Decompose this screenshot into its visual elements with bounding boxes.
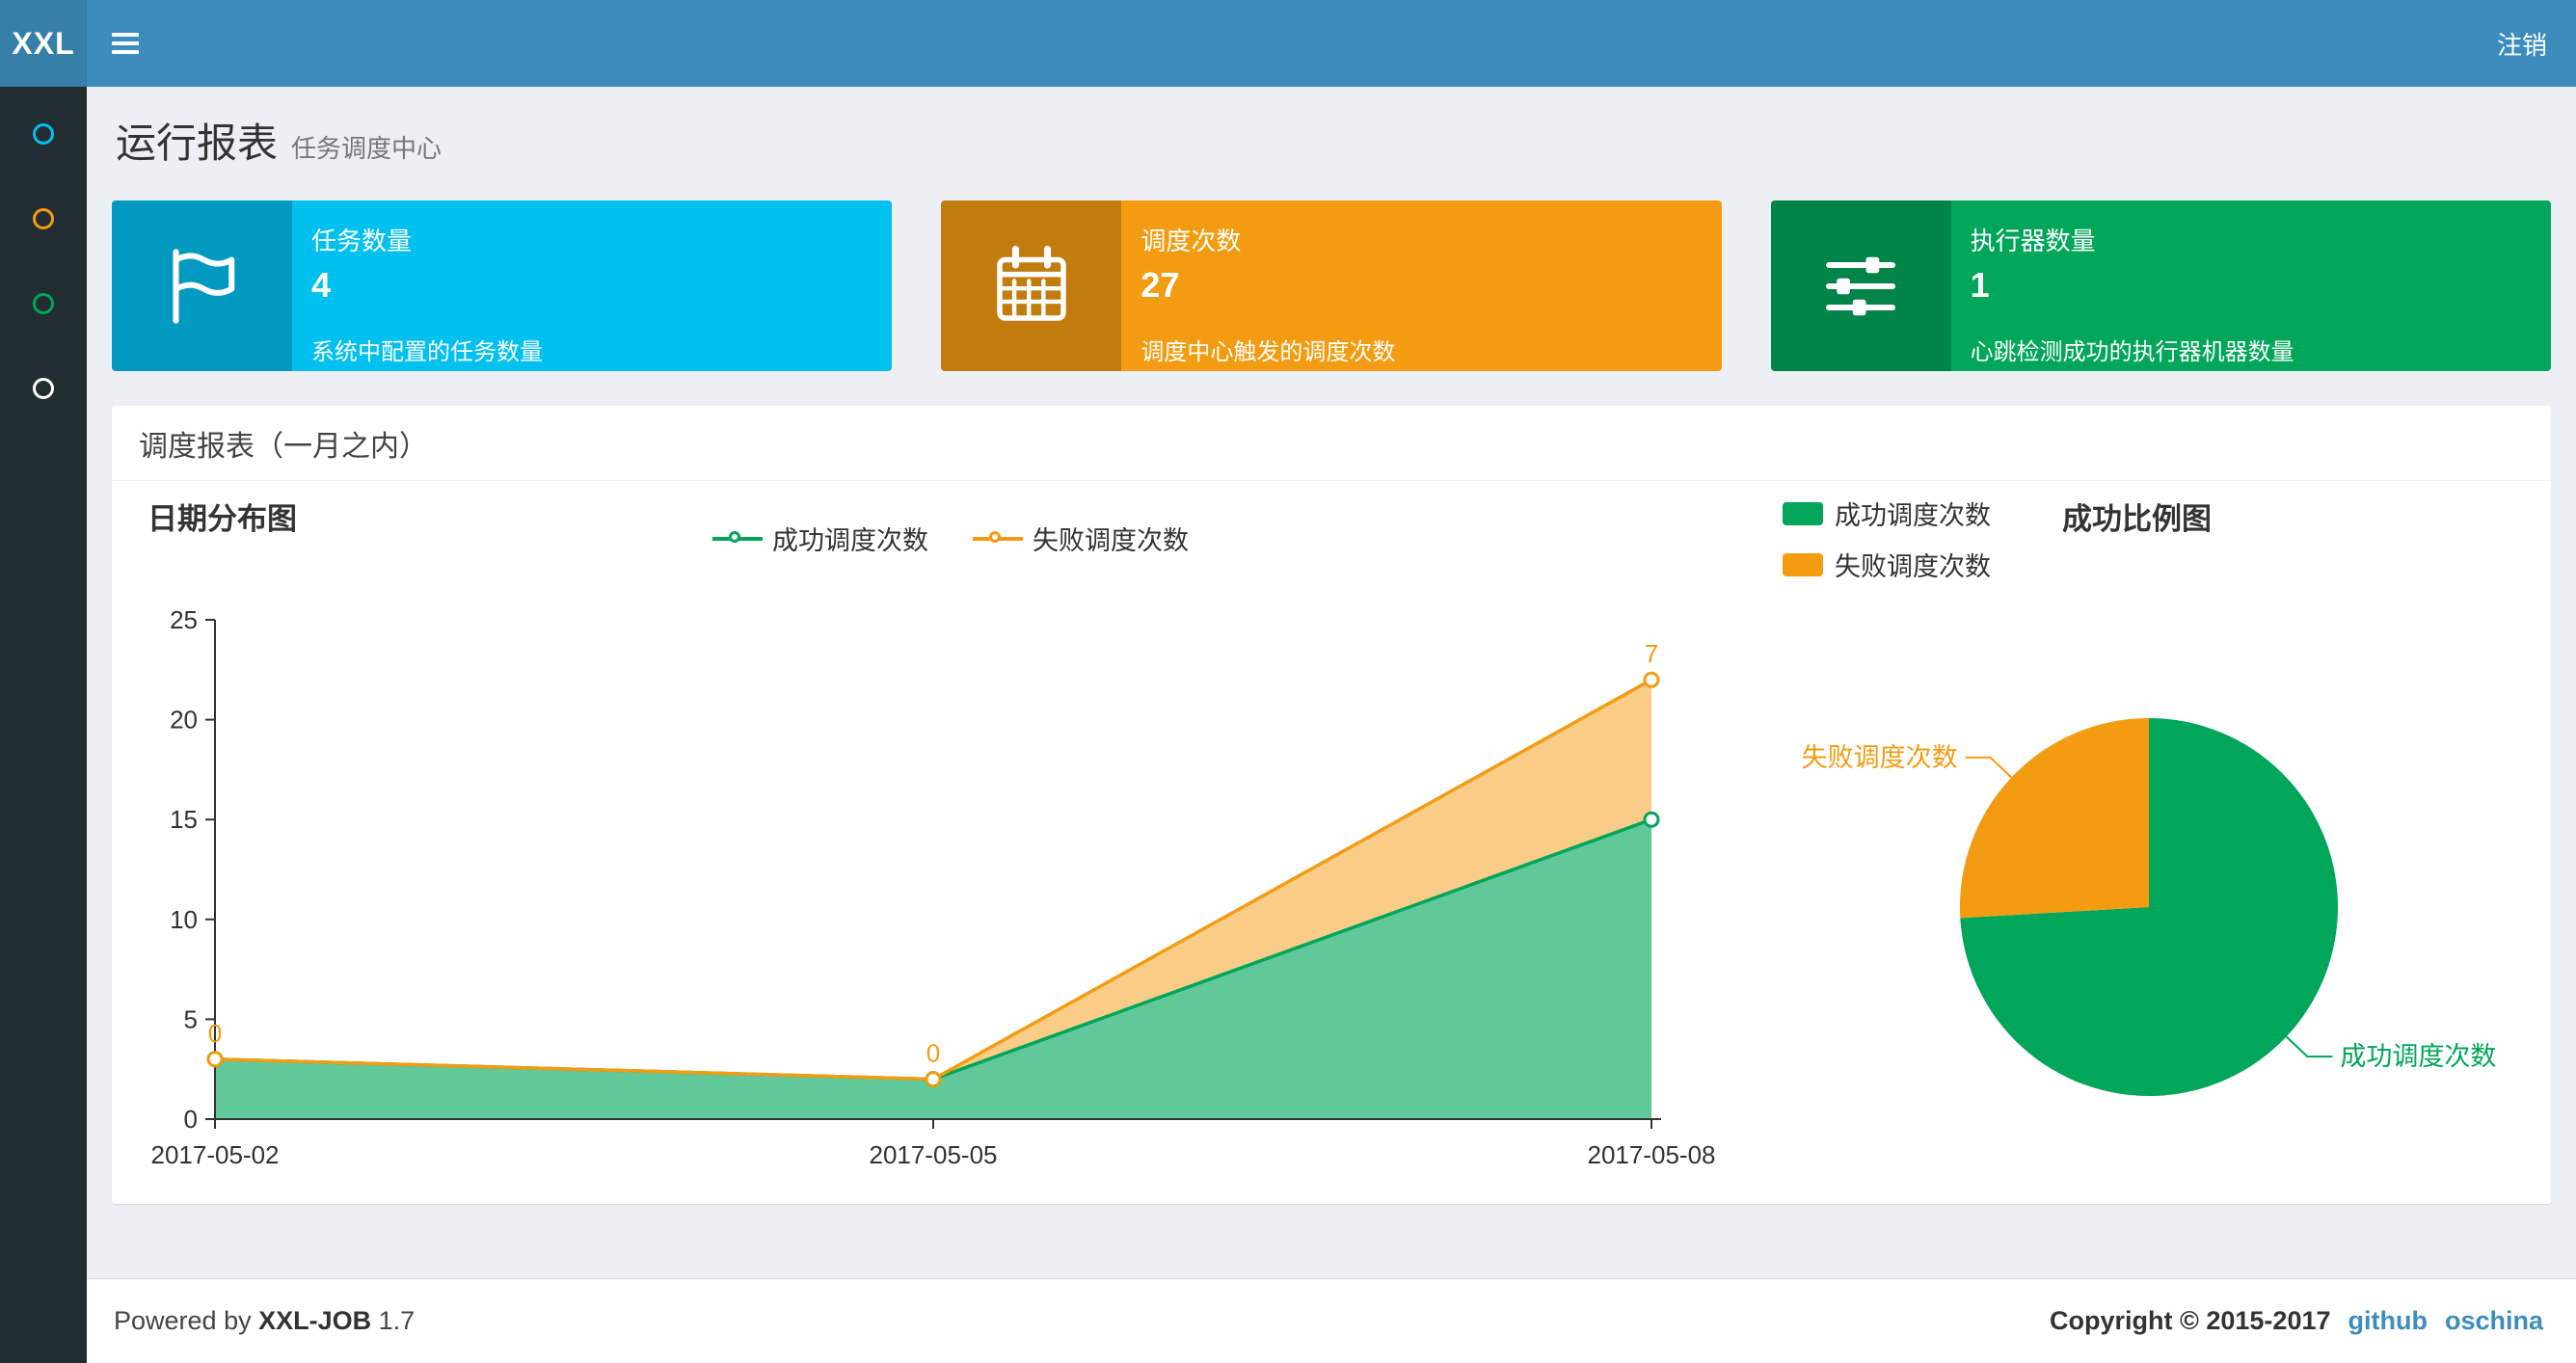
page-title: 运行报表 xyxy=(116,120,279,166)
sidebar-item-2[interactable] xyxy=(0,176,87,261)
report-panel-header: 调度报表（一月之内） xyxy=(112,406,2551,481)
sidebar-toggle-button[interactable] xyxy=(87,0,164,87)
logout-link[interactable]: 注销 xyxy=(2468,0,2576,87)
info-box-title: 调度次数 xyxy=(1140,227,1242,255)
info-box-content: 任务数量 4 系统中配置的任务数量 xyxy=(292,200,892,371)
navbar: 注销 xyxy=(87,0,2576,87)
footer-copyright-area: Copyright © 2015-2017 github oschina xyxy=(2050,1306,2543,1336)
page-header: 运行报表 任务调度中心 xyxy=(87,87,2576,168)
pie-legend-item-success[interactable]: 成功调度次数 xyxy=(1783,494,1991,532)
flag-icon xyxy=(112,200,292,371)
product-name: XXL-JOB xyxy=(258,1306,372,1335)
line-series-marker-icon xyxy=(973,530,1023,547)
info-box-content: 执行器数量 1 心跳检测成功的执行器机器数量 xyxy=(1951,200,2551,371)
calendar-icon xyxy=(941,200,1122,371)
svg-text:10: 10 xyxy=(170,905,198,934)
svg-text:2017-05-05: 2017-05-05 xyxy=(870,1140,998,1169)
report-panel: 调度报表（一月之内） 日期分布图 成功调度次数 失败调度次数 0 5 10 15 20 2… xyxy=(112,406,2551,1204)
pie-chart-legend: 成功调度次数 失败调度次数 xyxy=(1783,494,1991,583)
pie-chart-title: 成功比例图 xyxy=(2062,502,2212,536)
svg-text:0: 0 xyxy=(926,1039,940,1068)
svg-text:0: 0 xyxy=(208,1019,222,1048)
svg-text:2017-05-02: 2017-05-02 xyxy=(151,1140,280,1169)
date-distribution-chart[interactable]: 05101520252017-05-02 2017-05-05 2017-05-08… xyxy=(112,597,1741,1175)
top-navbar: XXL 注销 xyxy=(0,0,2576,87)
info-box-description: 系统中配置的任务数量 xyxy=(311,339,543,365)
svg-text:失败调度次数: 失败调度次数 xyxy=(1802,743,1958,772)
svg-text:20: 20 xyxy=(170,706,198,735)
legend-swatch-icon xyxy=(1783,552,1823,576)
app-root: XXL 注销 运行报表 任务调度中心 任务数量 4 系统中配置的任务数量 调度次… xyxy=(0,0,2576,1363)
info-box-number: 27 xyxy=(1140,265,1180,305)
line-series-marker-icon xyxy=(712,530,763,547)
info-box-number: 1 xyxy=(1970,265,1990,305)
circle-icon xyxy=(33,208,54,229)
powered-by-prefix: Powered by xyxy=(114,1306,252,1335)
info-box-description: 调度中心触发的调度次数 xyxy=(1140,339,1396,365)
circle-icon xyxy=(33,378,54,399)
line-chart-legend: 成功调度次数 失败调度次数 xyxy=(112,520,1789,557)
svg-text:5: 5 xyxy=(184,1004,198,1033)
product-version: 1.7 xyxy=(378,1306,416,1335)
info-box-title: 执行器数量 xyxy=(1970,227,2096,255)
hamburger-icon xyxy=(112,28,139,59)
github-link[interactable]: github xyxy=(2348,1306,2428,1336)
info-box-description: 心跳检测成功的执行器机器数量 xyxy=(1970,339,2294,365)
svg-text:25: 25 xyxy=(170,605,198,634)
circle-icon xyxy=(33,123,54,145)
legend-label: 失败调度次数 xyxy=(1033,526,1189,555)
content: 运行报表 任务调度中心 任务数量 4 系统中配置的任务数量 调度次数 27 调度… xyxy=(87,87,2576,1278)
svg-text:15: 15 xyxy=(170,805,198,834)
sliders-icon xyxy=(1770,200,1951,371)
circle-icon xyxy=(33,293,54,314)
success-ratio-chart[interactable]: 成功调度次数 失败调度次数 xyxy=(1654,655,2522,1194)
svg-text:0: 0 xyxy=(184,1105,198,1134)
info-box-number: 4 xyxy=(311,265,332,305)
sidebar-menu xyxy=(0,87,87,431)
copyright-text: Copyright © 2015-2017 xyxy=(2049,1306,2331,1335)
report-panel-title: 调度报表（一月之内） xyxy=(139,430,428,463)
page-subtitle: 任务调度中心 xyxy=(291,134,443,163)
legend-label: 成功调度次数 xyxy=(1835,501,1991,530)
info-box-triggers: 调度次数 27 调度中心触发的调度次数 xyxy=(941,200,1722,371)
legend-swatch-icon xyxy=(1783,501,1823,525)
legend-item-success[interactable]: 成功调度次数 xyxy=(712,520,928,557)
footer: Powered by XXL-JOB 1.7 Copyright © 2015-… xyxy=(87,1278,2576,1363)
info-box-title: 任务数量 xyxy=(311,227,413,255)
report-panel-body: 日期分布图 成功调度次数 失败调度次数 0 5 10 15 20 25 2017-05-02… xyxy=(112,481,2551,1204)
legend-item-fail[interactable]: 失败调度次数 xyxy=(973,520,1189,557)
info-box-jobs: 任务数量 4 系统中配置的任务数量 xyxy=(112,200,893,371)
legend-label: 失败调度次数 xyxy=(1835,552,1991,581)
legend-label: 成功调度次数 xyxy=(772,526,928,555)
pie-legend-item-fail[interactable]: 失败调度次数 xyxy=(1783,546,1991,583)
info-box-executors: 执行器数量 1 心跳检测成功的执行器机器数量 xyxy=(1770,200,2551,371)
sidebar-item-1[interactable] xyxy=(0,92,87,176)
footer-powered-by: Powered by XXL-JOB 1.7 xyxy=(114,1306,415,1336)
svg-text:成功调度次数: 成功调度次数 xyxy=(2340,1042,2496,1071)
info-box-row: 任务数量 4 系统中配置的任务数量 调度次数 27 调度中心触发的调度次数 执行… xyxy=(112,200,2551,371)
sidebar-item-4[interactable] xyxy=(0,346,87,431)
sidebar-item-3[interactable] xyxy=(0,261,87,346)
logo[interactable]: XXL xyxy=(0,0,87,87)
sidebar xyxy=(0,87,87,1363)
oschina-link[interactable]: oschina xyxy=(2445,1306,2543,1336)
info-box-content: 调度次数 27 调度中心触发的调度次数 xyxy=(1121,200,1721,371)
